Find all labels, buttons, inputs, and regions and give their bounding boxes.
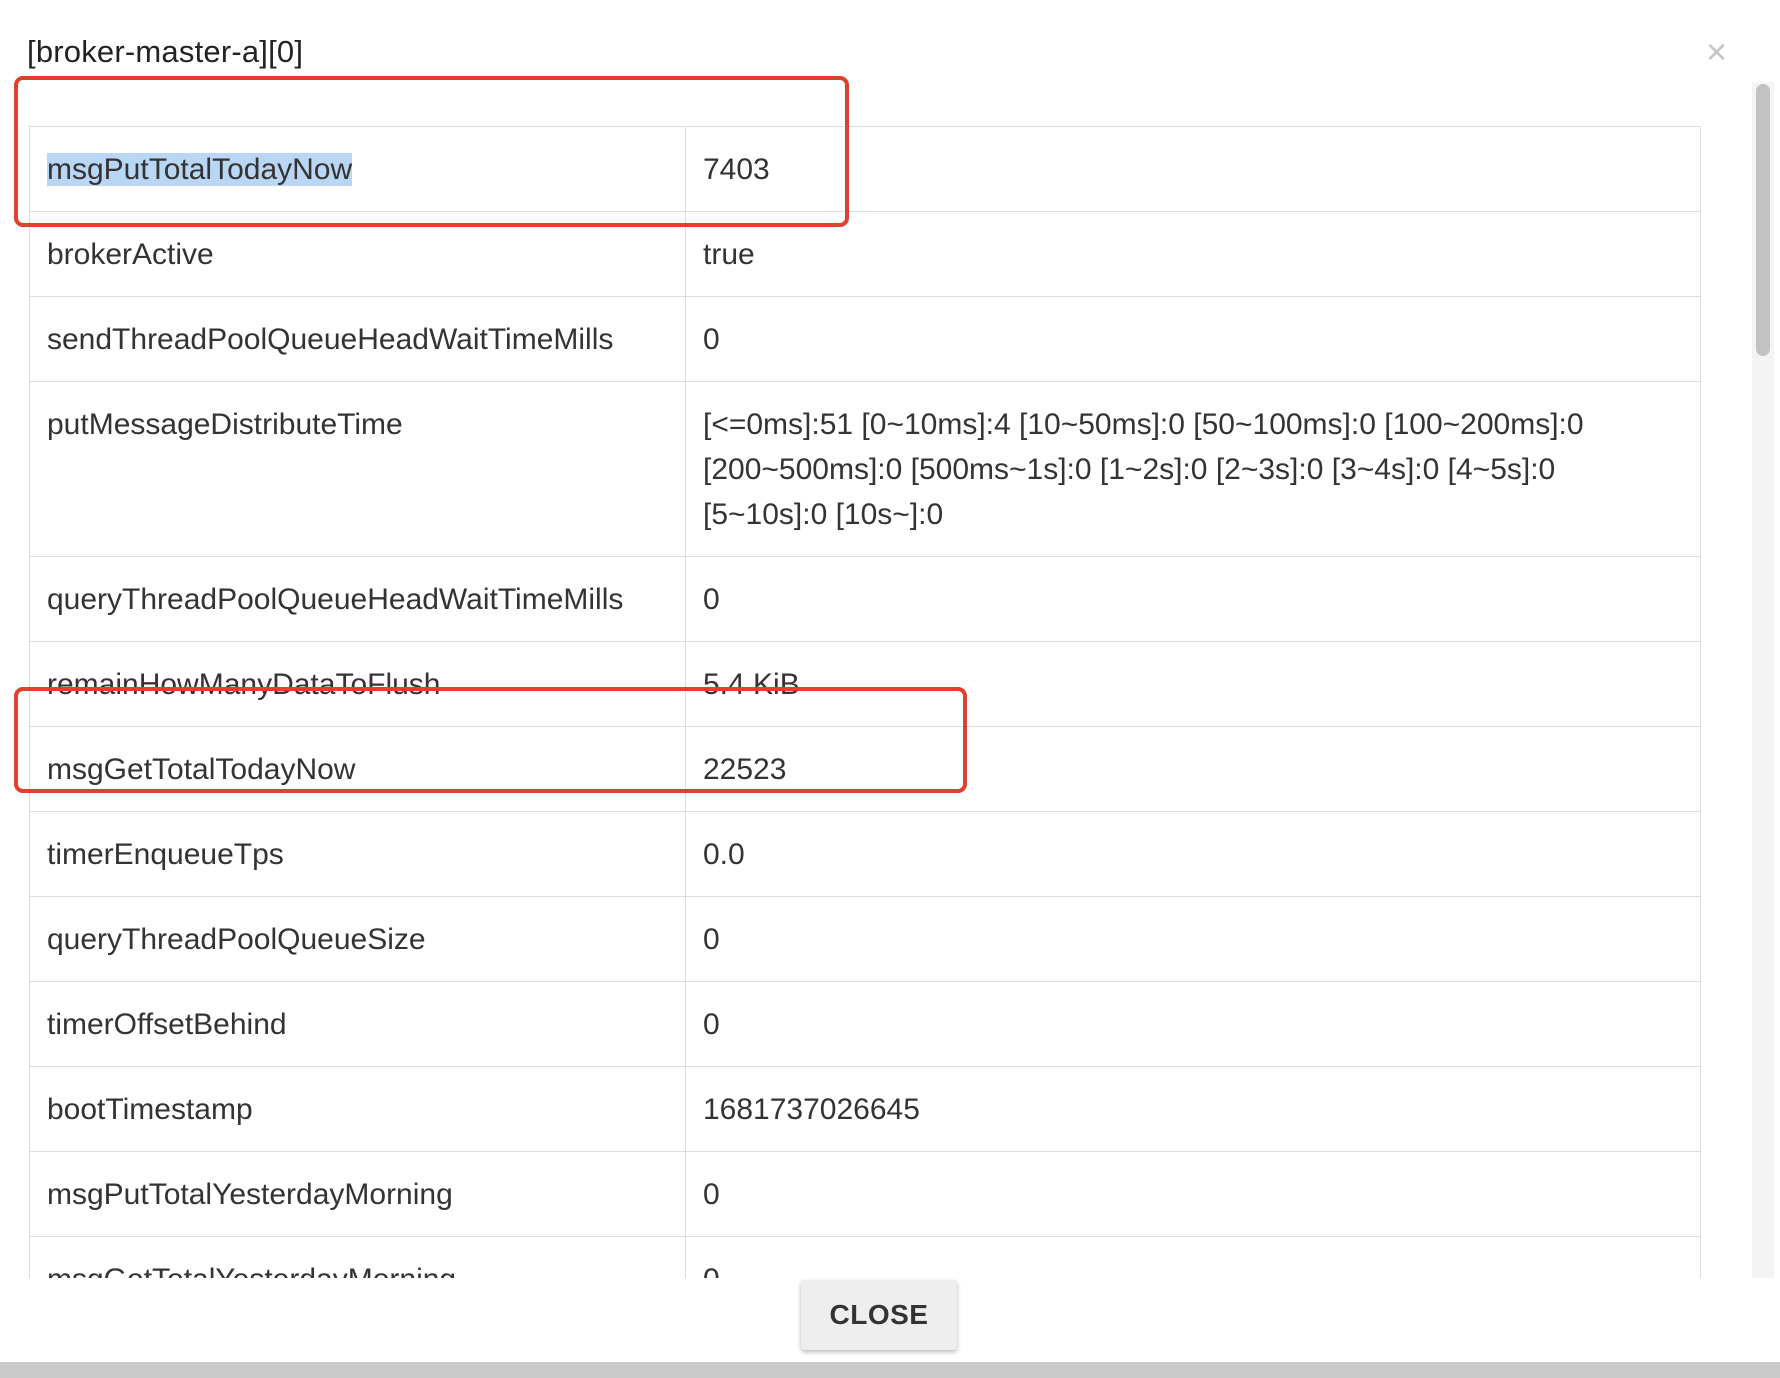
stat-key-cell: queryThreadPoolQueueSize [29, 896, 686, 982]
table-row: remainHowManyDataToFlush 5.4 KiB [29, 641, 1701, 727]
table-row: msgGetTotalTodayNow 22523 [29, 726, 1701, 812]
stat-key-cell: putMessageDistributeTime [29, 381, 686, 557]
stat-value-cell: 7403 [685, 126, 1701, 212]
stat-value-cell: 0 [685, 556, 1701, 642]
table-row: brokerActive true [29, 211, 1701, 297]
table-row: timerOffsetBehind 0 [29, 981, 1701, 1067]
stat-key-cell: sendThreadPoolQueueHeadWaitTimeMills [29, 296, 686, 382]
stat-value-cell: true [685, 211, 1701, 297]
stat-key-cell: timerEnqueueTps [29, 811, 686, 897]
table-row: msgPutTotalTodayNow 7403 [29, 126, 1701, 212]
stat-key-cell: msgGetTotalTodayNow [29, 726, 686, 812]
stat-value-cell: 1681737026645 [685, 1066, 1701, 1152]
table-row: msgPutTotalYesterdayMorning 0 [29, 1151, 1701, 1237]
stat-value-cell: 0 [685, 981, 1701, 1067]
stat-key-cell: remainHowManyDataToFlush [29, 641, 686, 727]
stat-key-cell: brokerActive [29, 211, 686, 297]
stat-key-cell: msgPutTotalYesterdayMorning [29, 1151, 686, 1237]
table-row: bootTimestamp 1681737026645 [29, 1066, 1701, 1152]
stat-key-cell: bootTimestamp [29, 1066, 686, 1152]
stat-value-cell: 0 [685, 296, 1701, 382]
selected-text: msgPutTotalTodayNow [47, 153, 353, 186]
stat-key-cell: msgGetTotalYesterdayMorning [29, 1236, 686, 1278]
close-icon[interactable]: × [1706, 34, 1727, 70]
table-row: putMessageDistributeTime [<=0ms]:51 [0~1… [29, 381, 1701, 557]
dialog-title: [broker-master-a][0] [27, 34, 304, 69]
table-row: sendThreadPoolQueueHeadWaitTimeMills 0 [29, 296, 1701, 382]
dialog-body-scroll-area[interactable]: msgPutTotalTodayNow 7403 brokerActive tr… [0, 82, 1752, 1278]
broker-status-dialog: [broker-master-a][0] × msgPutTotalTodayN… [0, 0, 1780, 1362]
stat-value-cell: 5.4 KiB [685, 641, 1701, 727]
table-row: queryThreadPoolQueueSize 0 [29, 896, 1701, 982]
stat-value-cell: [<=0ms]:51 [0~10ms]:4 [10~50ms]:0 [50~10… [685, 381, 1701, 557]
close-button[interactable]: CLOSE [801, 1280, 957, 1350]
stat-value-cell: 22523 [685, 726, 1701, 812]
table-row: queryThreadPoolQueueHeadWaitTimeMills 0 [29, 556, 1701, 642]
stat-key-cell: msgPutTotalTodayNow [29, 126, 686, 212]
broker-stats-table: msgPutTotalTodayNow 7403 brokerActive tr… [29, 126, 1701, 1278]
scrollbar-thumb[interactable] [1756, 84, 1770, 356]
stat-key-cell: timerOffsetBehind [29, 981, 686, 1067]
backdrop-edge [0, 1362, 1780, 1378]
stat-value-cell: 0 [685, 896, 1701, 982]
table-row: timerEnqueueTps 0.0 [29, 811, 1701, 897]
stat-key-cell: queryThreadPoolQueueHeadWaitTimeMills [29, 556, 686, 642]
stat-value-cell: 0 [685, 1151, 1701, 1237]
stat-value-cell: 0 [685, 1236, 1701, 1278]
stat-value-cell: 0.0 [685, 811, 1701, 897]
table-row: msgGetTotalYesterdayMorning 0 [29, 1236, 1701, 1278]
